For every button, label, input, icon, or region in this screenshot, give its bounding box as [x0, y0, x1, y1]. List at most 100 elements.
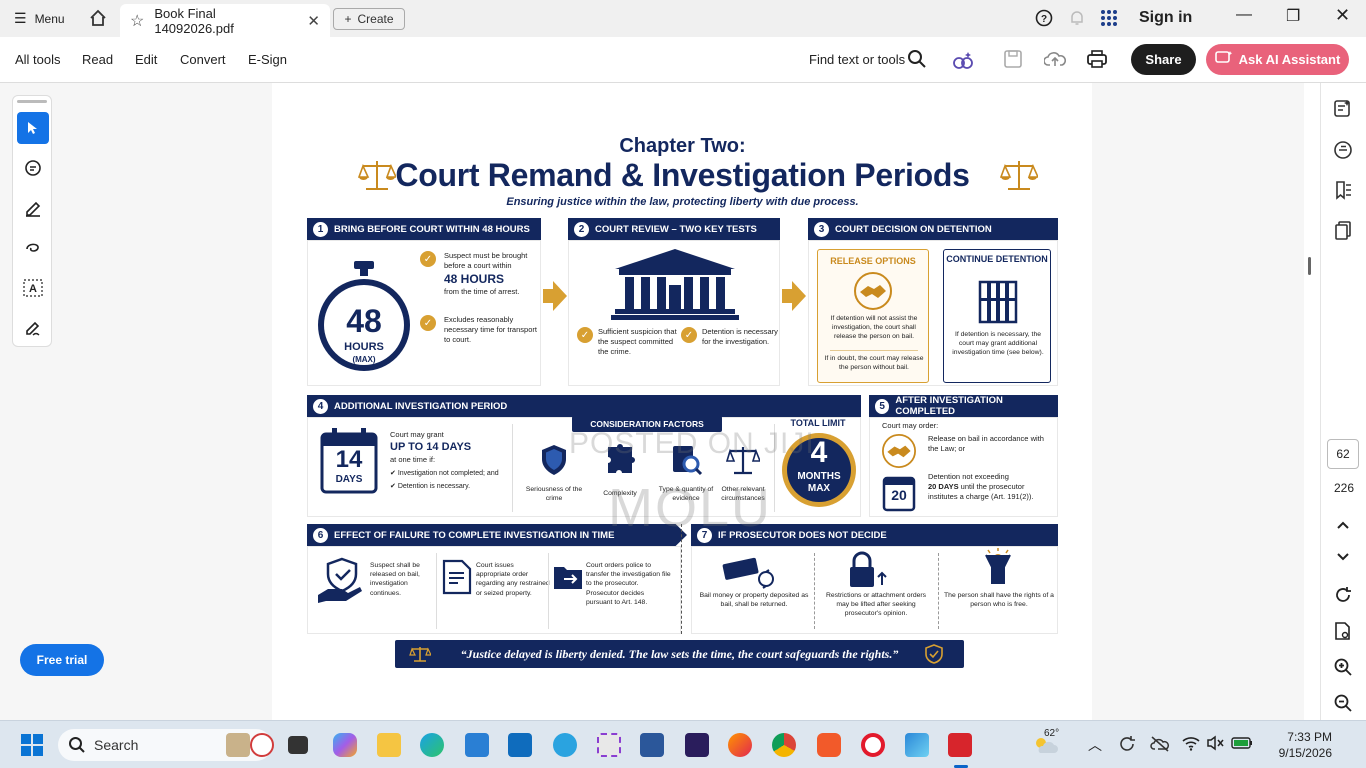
section-number: 1: [313, 221, 328, 237]
pdf-page: Chapter Two: Court Remand & Investigatio…: [273, 83, 1092, 720]
opera-icon[interactable]: [861, 733, 885, 757]
scales-icon: [409, 645, 432, 668]
read-menu[interactable]: Read: [82, 52, 113, 67]
chevron-up-icon[interactable]: [1333, 515, 1355, 537]
section-title: After investigation completed: [895, 395, 1003, 417]
section-title: Court decision on detention: [835, 223, 992, 235]
watermark-text-2: MOLU: [608, 478, 773, 538]
ask-ai-assistant-button[interactable]: Ask AI Assistant: [1206, 44, 1349, 75]
scrollbar-thumb[interactable]: [1308, 257, 1311, 275]
esign-menu[interactable]: E-Sign: [248, 52, 287, 67]
minimize-icon[interactable]: —: [1236, 6, 1252, 24]
task-view-icon[interactable]: [288, 736, 308, 754]
free-trial-button[interactable]: Free trial: [20, 644, 104, 676]
sign-tool-icon[interactable]: [17, 312, 49, 344]
section-5-card: Court may order: Release on bail in acco…: [869, 417, 1058, 517]
cloud-off-icon[interactable]: [1150, 735, 1170, 758]
close-window-icon[interactable]: ✕: [1335, 5, 1350, 26]
temperature: 62°: [1044, 728, 1060, 739]
system-clock[interactable]: 7:33 PM 9/15/2026: [1262, 729, 1332, 761]
section-3-card: RELEASE OPTIONS If detention will not as…: [808, 240, 1058, 386]
scales-icon-left: [357, 157, 398, 198]
battery-icon[interactable]: [1231, 736, 1253, 755]
s2-test-2-text: Detention is necessary for the investiga…: [702, 327, 778, 347]
file-explorer-icon[interactable]: [377, 733, 401, 757]
section-title: Effect of failure to complete investigat…: [334, 529, 615, 541]
zoom-out-icon[interactable]: [1333, 693, 1355, 715]
convert-menu[interactable]: Convert: [180, 52, 226, 67]
create-label: Create: [357, 12, 394, 26]
widget-icon[interactable]: [250, 733, 274, 757]
section-7-card: Bail money or property deposited as bail…: [691, 546, 1058, 634]
windows-start-icon[interactable]: [20, 733, 44, 762]
print-icon[interactable]: [1086, 49, 1108, 71]
chevron-down-icon[interactable]: [1333, 547, 1355, 569]
restore-icon[interactable]: ❐: [1286, 6, 1300, 26]
section-4-header: 4 Additional investigation period: [307, 395, 861, 417]
free-person-icon: [978, 547, 1018, 592]
brave-icon[interactable]: [817, 733, 841, 757]
photos-icon[interactable]: [905, 733, 929, 757]
wifi-icon[interactable]: [1182, 735, 1200, 756]
home-icon[interactable]: [88, 8, 108, 33]
ai-tools-icon[interactable]: [952, 49, 974, 71]
comment-tool-icon[interactable]: [17, 152, 49, 184]
folder-transfer-icon: [552, 561, 584, 598]
close-tab-icon[interactable]: ✕: [307, 12, 320, 30]
document-tab[interactable]: ☆ Book Final 14092026.pdf ✕: [120, 4, 330, 37]
chevron-up-icon[interactable]: ︿: [1088, 735, 1102, 755]
menu-button[interactable]: ☰ Menu: [14, 10, 65, 27]
ai-label: Ask AI Assistant: [1238, 52, 1341, 67]
create-button[interactable]: + Create: [333, 8, 405, 30]
store-icon[interactable]: [465, 733, 489, 757]
text-select-icon[interactable]: A: [17, 272, 49, 304]
pages-icon[interactable]: [1333, 220, 1355, 242]
snipping-tool-icon[interactable]: [597, 733, 621, 757]
app-toolbar: All tools Read Edit Convert E-Sign Find …: [0, 37, 1366, 83]
help-icon[interactable]: ?: [1035, 9, 1053, 32]
acrobat-icon[interactable]: [948, 733, 972, 757]
highlight-tool-icon[interactable]: [17, 192, 49, 224]
edit-document-icon[interactable]: [1333, 98, 1355, 120]
page-number-input[interactable]: 62: [1327, 439, 1359, 469]
chrome-icon[interactable]: [772, 733, 796, 757]
sign-in-button[interactable]: Sign in: [1139, 9, 1192, 27]
copilot-icon[interactable]: [333, 733, 357, 757]
outlook-icon[interactable]: [508, 733, 532, 757]
edit-menu[interactable]: Edit: [135, 52, 157, 67]
share-button[interactable]: Share: [1131, 44, 1196, 75]
save-icon[interactable]: [1003, 49, 1025, 71]
search-highlight-icon[interactable]: [226, 733, 250, 757]
check-icon: ✓: [420, 251, 436, 267]
firefox-icon[interactable]: [728, 733, 752, 757]
search-icon[interactable]: [907, 49, 929, 71]
bookmark-icon[interactable]: [1333, 180, 1355, 202]
select-tool-icon[interactable]: [17, 112, 49, 144]
cloud-upload-icon[interactable]: [1043, 49, 1066, 71]
check-icon: ✓: [420, 315, 436, 331]
sync-icon[interactable]: [1118, 735, 1136, 758]
word-icon[interactable]: [640, 733, 664, 757]
scales-icon-right: [999, 157, 1040, 198]
star-icon[interactable]: ☆: [130, 11, 144, 31]
volume-muted-icon[interactable]: [1206, 735, 1224, 756]
premiere-icon[interactable]: [685, 733, 709, 757]
apps-grid-icon[interactable]: [1100, 9, 1118, 32]
padlock-icon: [848, 551, 888, 594]
zoom-in-icon[interactable]: [1333, 657, 1355, 679]
all-tools-menu[interactable]: All tools: [15, 52, 61, 67]
days-number: 14: [335, 446, 363, 473]
refresh-icon[interactable]: [1333, 585, 1355, 607]
right-gutter: [1092, 83, 1311, 720]
telegram-icon[interactable]: [553, 733, 577, 757]
page-settings-icon[interactable]: [1333, 621, 1355, 643]
section-2-header: 2 Court review – two key tests: [568, 218, 780, 240]
notification-bell-icon[interactable]: [1068, 9, 1086, 32]
edge-icon[interactable]: [420, 733, 444, 757]
comment-icon[interactable]: [1333, 140, 1355, 162]
draw-tool-icon[interactable]: [17, 232, 49, 264]
menu-label: Menu: [34, 11, 65, 26]
prison-bars-icon: [978, 280, 1018, 329]
find-text-tools[interactable]: Find text or tools: [809, 52, 905, 67]
strip-handle[interactable]: [17, 100, 47, 103]
